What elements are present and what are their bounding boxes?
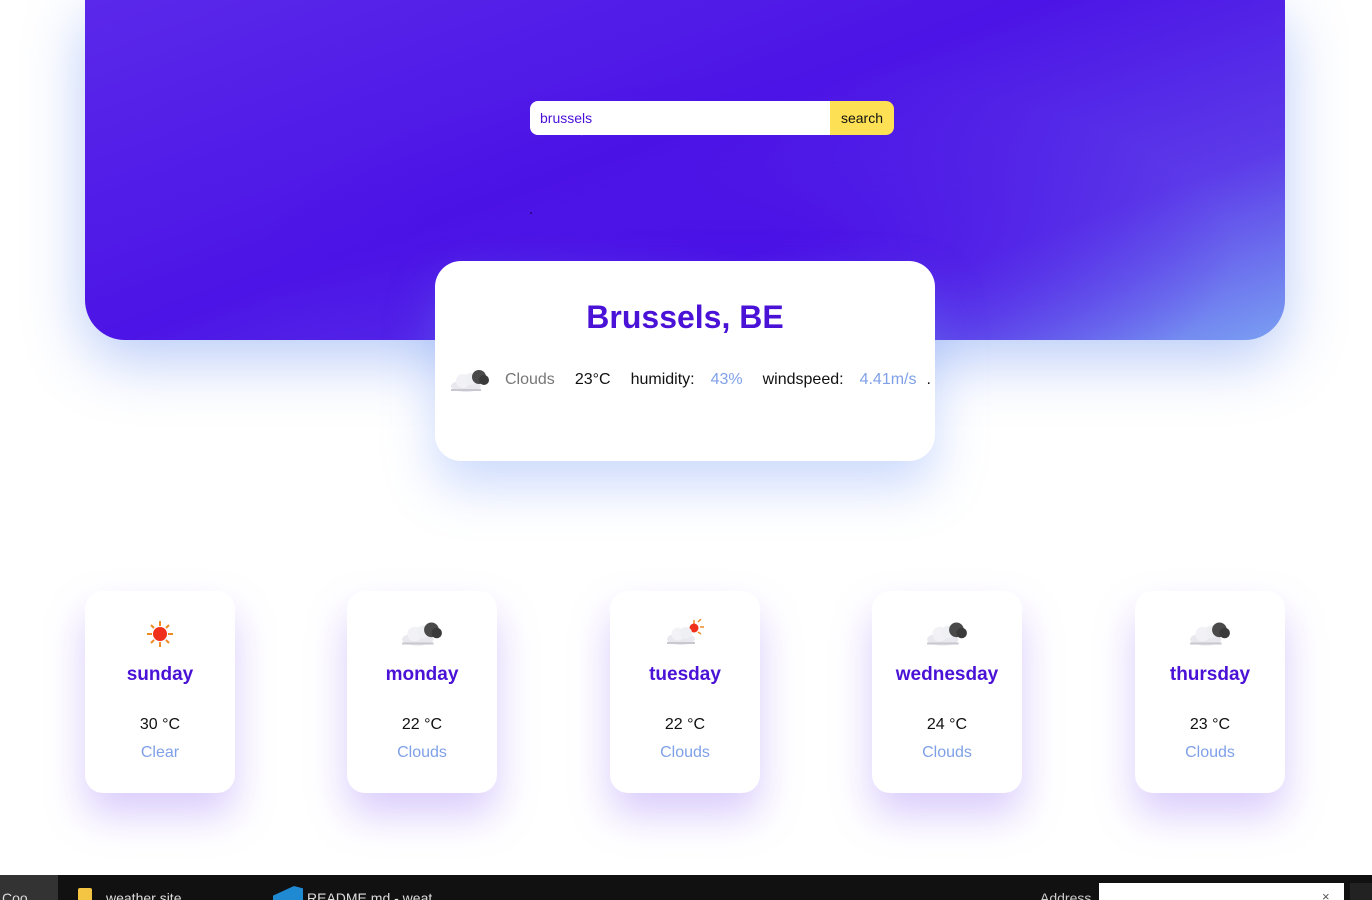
forecast-temp: 30 °C — [139, 716, 181, 733]
current-condition: Clouds — [505, 371, 555, 388]
current-details-row: Clouds 23°C humidity: 43% windspeed: 4.4… — [449, 365, 931, 395]
forecast-temp: 23 °C — [1189, 716, 1231, 733]
forecast-condition: Clouds — [922, 744, 972, 761]
partly-cloudy-icon — [667, 619, 704, 645]
humidity-label: humidity: — [630, 371, 695, 388]
os-taskbar: Coo weather site README.md - weat Addres… — [0, 875, 1372, 900]
forecast-day: thursday — [1169, 664, 1251, 685]
city-title: Brussels, BE — [586, 299, 784, 335]
address-label: Address — [1040, 890, 1092, 900]
forecast-card-tuesday: tuesday 22 °C Clouds — [610, 591, 760, 793]
search-button[interactable]: search — [830, 101, 894, 135]
forecast-day: monday — [385, 664, 459, 685]
forecast-card-wednesday: wednesday 24 °C Clouds — [872, 591, 1022, 793]
forecast-card-sunday: sunday 30 °C Clear — [85, 591, 235, 793]
humidity-value: 43% — [710, 371, 743, 388]
cloud-icon — [1190, 622, 1230, 646]
cloud-icon — [402, 622, 442, 646]
close-icon[interactable]: × — [1322, 889, 1330, 900]
taskbar-start-label: Coo — [2, 890, 28, 900]
sun-icon — [147, 621, 173, 647]
forecast-card-thursday: thursday 23 °C Clouds — [1135, 591, 1285, 793]
cloud-icon — [451, 370, 489, 392]
taskbar-start-item[interactable]: Coo — [0, 875, 58, 900]
expand-icon[interactable] — [1350, 883, 1372, 900]
loading-dot — [530, 212, 532, 214]
forecast-day: wednesday — [895, 664, 999, 685]
address-input[interactable] — [1099, 883, 1344, 900]
forecast-temp: 24 °C — [926, 716, 968, 733]
forecast-card-monday: monday 22 °C Clouds — [347, 591, 497, 793]
trailing-period: . — [926, 371, 931, 388]
forecast-condition: Clear — [140, 744, 180, 761]
vscode-icon — [273, 886, 303, 900]
windspeed-value: 4.41m/s — [859, 371, 917, 388]
current-temperature: 23°C — [574, 371, 611, 388]
search-input[interactable] — [530, 101, 830, 135]
forecast-condition: Clouds — [1185, 744, 1235, 761]
taskbar-item-weather-site[interactable]: weather site — [106, 890, 181, 900]
forecast-day: sunday — [126, 664, 194, 685]
forecast-day: tuesday — [649, 664, 721, 685]
forecast-temp: 22 °C — [401, 716, 443, 733]
forecast-condition: Clouds — [660, 744, 710, 761]
cloud-icon — [927, 622, 967, 646]
forecast-condition: Clouds — [397, 744, 447, 761]
folder-icon — [78, 888, 92, 900]
windspeed-label: windspeed: — [762, 371, 844, 388]
current-weather-card: Brussels, BE Clouds 23°C humidity: 43% w… — [435, 261, 935, 461]
forecast-temp: 22 °C — [664, 716, 706, 733]
taskbar-item-readme[interactable]: README.md - weat — [307, 890, 432, 900]
